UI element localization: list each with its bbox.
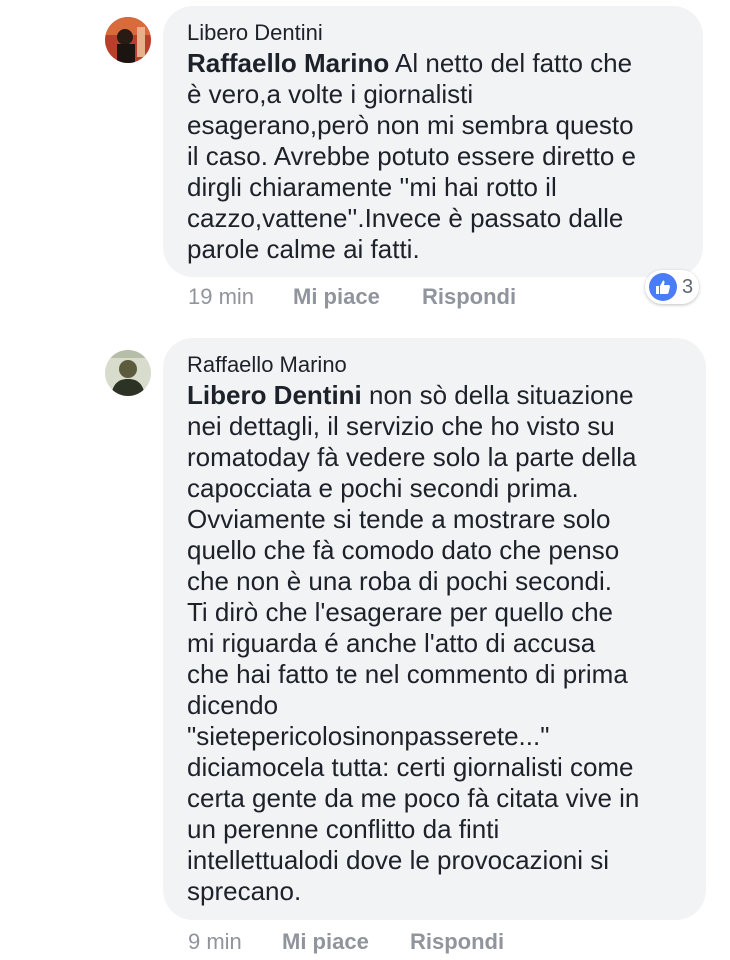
comment-timestamp[interactable]: 9 min bbox=[188, 928, 242, 956]
reply-button[interactable]: Rispondi bbox=[422, 283, 516, 311]
like-button[interactable]: Mi piace bbox=[293, 283, 380, 311]
like-button[interactable]: Mi piace bbox=[282, 928, 369, 956]
comment-body: Al netto del fatto che è vero,a volte i … bbox=[187, 48, 637, 264]
avatar[interactable] bbox=[105, 350, 151, 396]
comment-timestamp[interactable]: 19 min bbox=[188, 283, 254, 311]
reply-button[interactable]: Rispondi bbox=[410, 928, 504, 956]
mention-link[interactable]: Libero Dentini bbox=[187, 380, 362, 410]
avatar[interactable] bbox=[105, 17, 151, 63]
comment-bubble: Libero Dentini Raffaello Marino Al netto… bbox=[163, 6, 703, 277]
comment-bubble: Raffaello Marino Libero Dentini non sò d… bbox=[163, 338, 706, 920]
comment-text: Libero Dentini non sò della situazione n… bbox=[187, 380, 682, 907]
comment-actions: 19 min Mi piace Rispondi bbox=[188, 283, 688, 311]
comment-author[interactable]: Libero Dentini bbox=[187, 20, 679, 46]
comment-text: Raffaello Marino Al netto del fatto che … bbox=[187, 48, 679, 265]
mention-link[interactable]: Raffaello Marino bbox=[187, 48, 389, 78]
comment-author[interactable]: Raffaello Marino bbox=[187, 352, 682, 378]
comment-actions: 9 min Mi piace Rispondi bbox=[188, 928, 688, 956]
comment-body: non sò della situazione nei dettagli, il… bbox=[187, 380, 640, 906]
